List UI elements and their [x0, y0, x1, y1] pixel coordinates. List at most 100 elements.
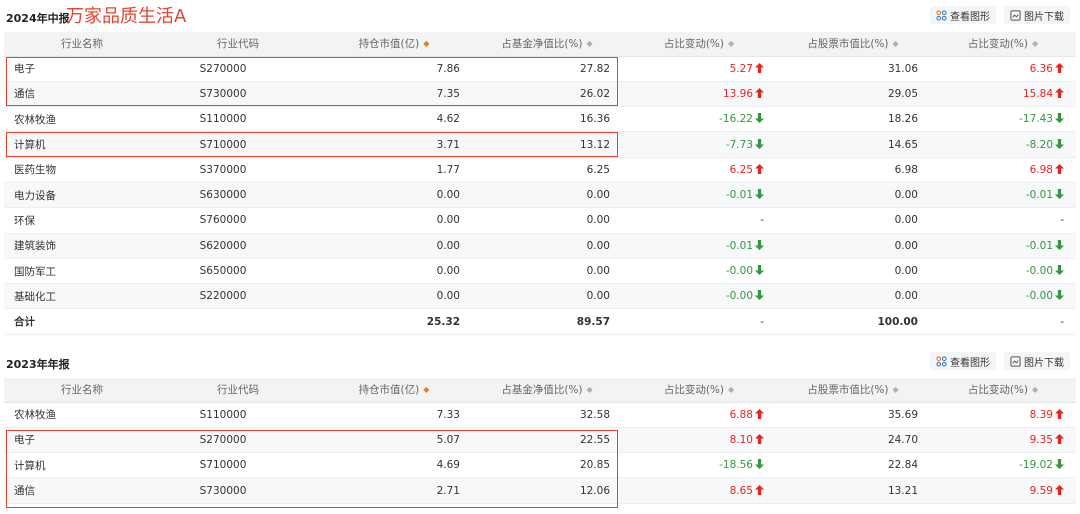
sort-icon[interactable]: ◆ [587, 385, 593, 394]
arrow-up-icon [755, 62, 764, 73]
view-chart-label: 查看图形 [950, 11, 990, 23]
table-row[interactable]: 基础化工 S220000 0.00 0.00 -0.00 0.00 -0.00 [4, 283, 1076, 310]
col-header-stock-ratio-change[interactable]: 占比变动(%) ◆ [930, 32, 1076, 57]
table-row[interactable]: 通信 S730000 2.71 12.06 8.65 13.21 9.59 [4, 477, 1076, 504]
table-row[interactable]: 医药生物 S370000 1.77 6.25 6.25 6.98 6.98 [4, 157, 1076, 183]
section-tools: 查看图形 图片下载 [930, 6, 1070, 24]
cell-industry-code: S110000 [160, 106, 316, 133]
arrow-down-icon [755, 290, 764, 301]
cell-industry-name: 基础化工 [4, 283, 160, 310]
table-row[interactable]: 建筑装饰 S620000 0.00 0.00 -0.01 0.00 -0.01 [4, 233, 1076, 259]
arrow-down-icon [755, 265, 764, 275]
cell-industry-code: S650000 [160, 258, 316, 285]
download-image-button[interactable]: 图片下载 [1004, 6, 1070, 24]
table-row[interactable]: 计算机 S710000 3.71 13.12 -7.73 14.65 -8.20 [4, 131, 1076, 158]
arrow-down-icon [755, 459, 764, 470]
cell-chg2: -0.00 [930, 258, 1076, 285]
table-row[interactable]: 电力设备 S630000 0.00 0.00 -0.01 0.00 -0.01 [4, 182, 1076, 209]
table-row[interactable]: 农林牧渔 S110000 4.62 16.36 -16.22 18.26 -17.43 [4, 106, 1076, 133]
col-header-market-value[interactable]: 持仓市值(亿) ◆ [316, 378, 472, 403]
col-header-nav-ratio[interactable]: 占基金净值比(%) ◆ [472, 32, 622, 57]
table-total-row: 合计 25.32 89.57-100.00- [4, 308, 1076, 335]
col-header-nav-ratio[interactable]: 占基金净值比(%) ◆ [472, 378, 622, 403]
cell-industry-name: 国防军工 [4, 258, 160, 285]
col-header-industry-code[interactable]: 行业代码 [160, 32, 316, 57]
arrow-up-icon [1055, 433, 1064, 444]
sort-icon[interactable]: ◆ [587, 39, 593, 48]
cell-chg1: -0.00 [622, 283, 776, 310]
col-header-industry-code[interactable]: 行业代码 [160, 378, 316, 403]
sort-icon[interactable]: ◆ [893, 39, 899, 48]
table-row[interactable]: 电子 S270000 7.86 27.82 5.27 31.06 6.36 [4, 56, 1076, 82]
col-header-industry-name[interactable]: 行业名称 [4, 378, 160, 403]
cell-chg2: -8.20 [930, 131, 1076, 158]
col-header-market-value[interactable]: 持仓市值(亿) ◆ [316, 32, 472, 57]
download-image-label: 图片下载 [1024, 357, 1064, 369]
cell-market-value: 1.77 [316, 157, 472, 183]
cell-industry-name: 环保 [4, 207, 160, 234]
cell-stock-ratio: 14.65 [776, 131, 930, 158]
cell-chg1: - [622, 207, 776, 234]
sort-icon[interactable]: ◆ [423, 385, 429, 394]
sort-icon[interactable]: ◆ [728, 39, 734, 48]
cell-market-value: 0.00 [316, 207, 472, 234]
table-row[interactable]: 计算机 S710000 4.69 20.85 -18.56 22.84 -19.02 [4, 452, 1076, 479]
cell-market-value: 5.07 [316, 427, 472, 454]
cell-market-value: 7.35 [316, 81, 472, 108]
download-image-button[interactable]: 图片下载 [1004, 352, 1070, 370]
sort-icon[interactable]: ◆ [423, 39, 429, 48]
arrow-up-icon [1055, 163, 1064, 174]
table-body: 农林牧渔 S110000 7.33 32.58 6.88 35.69 8.39 电子 S2700… [4, 402, 1076, 504]
arrow-up-icon [1055, 87, 1064, 98]
sort-icon[interactable]: ◆ [1032, 39, 1038, 48]
cell-chg1: 8.65 [622, 477, 776, 504]
cell-chg2: 9.35 [930, 427, 1076, 454]
cell-nav-ratio: 27.82 [472, 56, 622, 82]
sort-icon[interactable]: ◆ [728, 385, 734, 394]
sort-icon[interactable]: ◆ [893, 385, 899, 394]
cell-total-label: 合计 [4, 308, 160, 335]
cell-market-value: 3.71 [316, 131, 472, 158]
table-row[interactable]: 电子 S270000 5.07 22.55 8.10 24.70 9.35 [4, 427, 1076, 454]
view-chart-button[interactable]: 查看图形 [930, 352, 996, 370]
cell-industry-code: S760000 [160, 207, 316, 234]
table-row[interactable]: 环保 S760000 0.00 0.00-0.00- [4, 207, 1076, 234]
cell-industry-code: S620000 [160, 233, 316, 259]
section-header: 2023年年报 查看图形 图片下载 [4, 346, 1076, 378]
arrow-down-icon [1055, 290, 1064, 301]
table-row[interactable]: 农林牧渔 S110000 7.33 32.58 6.88 35.69 8.39 [4, 402, 1076, 428]
cell-stock-ratio: 18.26 [776, 106, 930, 133]
cell-chg2: 15.84 [930, 81, 1076, 108]
cell-nav-ratio: 26.02 [472, 81, 622, 108]
col-header-stock-ratio[interactable]: 占股票市值比(%) ◆ [776, 378, 930, 403]
view-chart-label: 查看图形 [950, 357, 990, 369]
cell-nav-ratio: 12.06 [472, 477, 622, 504]
cell-chg2: -0.01 [930, 182, 1076, 209]
arrow-up-icon [755, 163, 764, 174]
table-row[interactable]: 国防军工 S650000 0.00 0.00 -0.00 0.00 -0.00 [4, 258, 1076, 285]
col-header-ratio-change[interactable]: 占比变动(%) ◆ [622, 378, 776, 403]
arrow-down-icon [1055, 459, 1064, 470]
cell-stock-ratio: 22.84 [776, 452, 930, 479]
col-header-ratio-change[interactable]: 占比变动(%) ◆ [622, 32, 776, 57]
arrow-up-icon [755, 484, 764, 495]
cell-nav-ratio: 0.00 [472, 283, 622, 310]
col-header-stock-ratio-change[interactable]: 占比变动(%) ◆ [930, 378, 1076, 403]
cell-chg2: 6.36 [930, 56, 1076, 82]
col-header-industry-name[interactable]: 行业名称 [4, 32, 160, 57]
arrow-up-icon [1055, 484, 1064, 495]
arrow-up-icon [1055, 62, 1064, 73]
sort-icon[interactable]: ◆ [1032, 385, 1038, 394]
cell-industry-code: S370000 [160, 157, 316, 183]
arrow-up-icon [1055, 408, 1064, 419]
cell-market-value: 0.00 [316, 182, 472, 209]
cell-nav-ratio: 13.12 [472, 131, 622, 158]
cell-stock-ratio: 6.98 [776, 157, 930, 183]
cell-stock-ratio: 31.06 [776, 56, 930, 82]
cell-industry-name: 通信 [4, 81, 160, 108]
table-row[interactable]: 通信 S730000 7.35 26.02 13.96 29.05 15.84 [4, 81, 1076, 108]
view-chart-button[interactable]: 查看图形 [930, 6, 996, 24]
col-header-stock-ratio[interactable]: 占股票市值比(%) ◆ [776, 32, 930, 57]
section-tools: 查看图形 图片下载 [930, 352, 1070, 370]
cell-market-value: 0.00 [316, 233, 472, 259]
